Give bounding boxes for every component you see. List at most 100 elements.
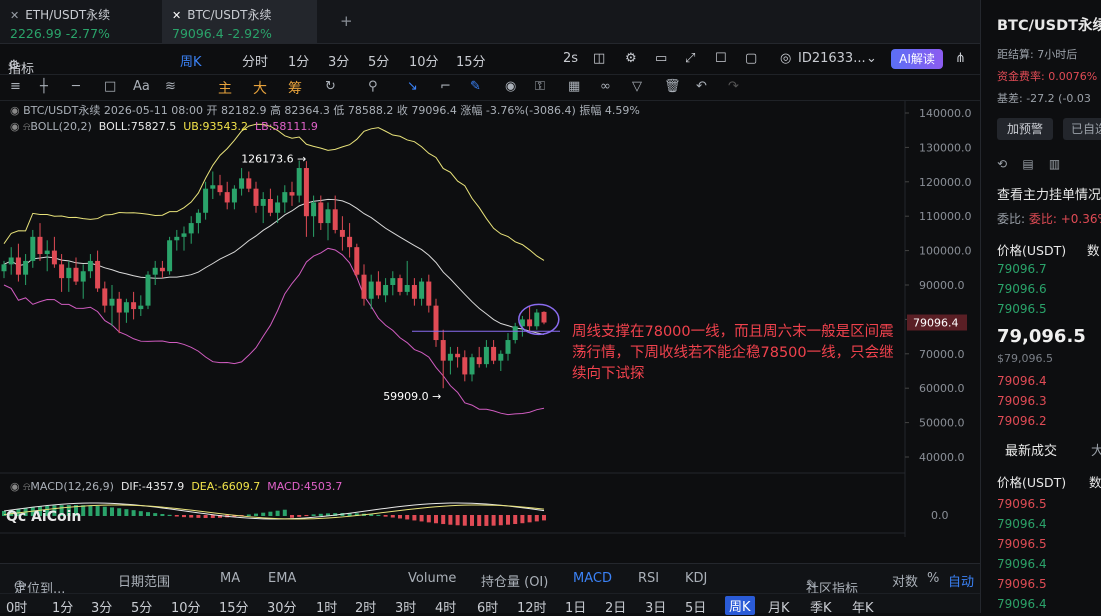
grid-icon[interactable]: ▦ [568,79,580,94]
period-item[interactable]: 5分 [368,51,389,70]
period-option[interactable]: 3时 [395,597,416,616]
period-item[interactable]: 10分 [409,51,439,70]
camera-icon[interactable]: ◫ [593,51,605,66]
draw-line-icon[interactable]: ↘ [407,79,418,94]
period-bar: 0时 1分 3分 5分 10分 15分 30分 1时 2时 3时 4时 6时 12时 1日 2日 3日 5日 周K… [0,593,980,616]
tab-eth[interactable]: ✕ ETH/USDT永续 2226.99 -2.77% [0,0,160,44]
period-option[interactable]: 5日 [685,597,706,616]
magnet-icon[interactable]: ⚲ [368,79,378,94]
replay-icon[interactable]: ↻ [325,79,336,94]
bookmark-icon[interactable]: ☐ [715,51,727,66]
tab-large-trades[interactable]: 大 [1091,440,1101,459]
period-option[interactable]: 5分 [131,597,152,616]
indicator-ma[interactable]: MA [220,571,240,586]
big-order-button[interactable]: 大 [253,78,267,98]
period-option[interactable]: 0时 [6,597,27,616]
tab-latest-trades[interactable]: 最新成交 [1005,440,1057,459]
settings-icon[interactable]: ⚙ [625,51,637,66]
indicator-oi[interactable]: 持仓量 (OI) [481,571,548,590]
indicator-kdj[interactable]: KDJ [685,571,707,586]
period-option[interactable]: 周K [725,596,755,615]
period-option[interactable]: 3日 [645,597,666,616]
period-item[interactable]: 2s [563,51,578,66]
rectangle-icon[interactable]: □ [104,79,116,94]
window-icon[interactable]: ▢ [745,51,757,66]
period-option[interactable]: 4时 [435,597,456,616]
close-icon[interactable]: ✕ [172,9,181,22]
close-icon[interactable]: ✕ [10,9,19,22]
add-alert-button[interactable]: 加预警 [997,118,1053,140]
lock-icon[interactable]: ⚿ [535,79,545,94]
indicator-ema[interactable]: EMA [268,571,296,586]
period-option[interactable]: 12时 [517,597,547,616]
filter-icon[interactable]: ▽ [632,79,642,94]
redo-icon[interactable]: ↷ [728,79,739,94]
tab-btc[interactable]: ✕ BTC/USDT永续 79096.4 -2.92% [162,0,317,44]
ruler-icon[interactable]: ⌐ [440,79,451,94]
macd-bar [167,514,172,516]
chevron-down-icon[interactable]: ⌄ [866,51,877,66]
auto-toggle[interactable]: 自动 [948,571,974,590]
period-option[interactable]: 1分 [52,597,73,616]
link-icon[interactable]: ∞ [600,79,611,94]
layout-icon[interactable]: ▭ [655,51,667,66]
indicator-volume[interactable]: Volume [408,571,456,586]
period-option[interactable]: 6时 [477,597,498,616]
period-option[interactable]: 年K [852,597,874,616]
ask-row[interactable]: 79096.7 [997,262,1047,276]
chart-svg[interactable]: 140000.0 130000.0 120000.0 110000.0 100000.0… [0,101,980,556]
ai-analysis-button[interactable]: AI解读 [891,49,943,69]
percent-toggle[interactable]: % [927,571,939,586]
favorite-button[interactable]: 已自选 [1063,118,1101,140]
period-option[interactable]: 10分 [171,597,201,616]
log-scale-toggle[interactable]: 对数 [892,571,918,590]
eye-icon[interactable]: ◉ [10,480,23,493]
period-item[interactable]: 15分 [456,51,486,70]
candle-body [131,302,137,310]
depth-title[interactable]: 查看主力挂单情况 [997,184,1101,203]
bid-row[interactable]: 79096.4 [997,374,1047,388]
kline-chart[interactable]: 140000.0 130000.0 120000.0 110000.0 100000.0… [0,101,980,556]
bid-row[interactable]: 79096.3 [997,394,1047,408]
trash-icon[interactable]: 🗑 [664,79,681,94]
ask-row[interactable]: 79096.6 [997,282,1047,296]
share-icon[interactable]: ⋔ [955,51,966,66]
period-toolbar: ⚙ 指标 周K 分时 1分 3分 5分 10分 15分 2s ◫ ⚙ ▭ ⤢ ☐… [0,44,980,77]
candle-body [318,202,324,224]
ask-row[interactable]: 79096.5 [997,302,1047,316]
expand-icon[interactable]: ⤢ [685,51,695,66]
period-option[interactable]: 2日 [605,597,626,616]
period-option[interactable]: 季K [810,597,832,616]
period-option[interactable]: 15分 [219,597,249,616]
period-option[interactable]: 2时 [355,597,376,616]
eye-icon[interactable]: ◉ [10,120,23,133]
add-tab-icon[interactable]: + [340,12,353,30]
undo-icon[interactable]: ↶ [696,79,707,94]
depth-view-icons[interactable]: ⟲ ▤ ▥ [997,157,1060,171]
text-icon[interactable]: Aa [133,79,150,94]
chip-button[interactable]: 筹 [288,78,302,98]
menu-icon[interactable]: ≡ [10,79,21,94]
macd-bar [419,515,424,522]
crosshair-icon[interactable]: ┼ [40,79,48,94]
eye-icon[interactable]: ◉ [505,79,516,94]
pencil-icon[interactable]: ✎ [470,79,481,94]
indicator-macd[interactable]: MACD [573,571,612,586]
period-select[interactable]: 周K [180,51,202,70]
period-option[interactable]: 月K [768,597,790,616]
horizontal-line-icon[interactable]: ─ [72,79,80,94]
period-option[interactable]: 3分 [91,597,112,616]
period-option[interactable]: 1日 [565,597,586,616]
indicator-rsi[interactable]: RSI [638,571,659,586]
account-id[interactable]: ID21633... [798,51,866,66]
main-force-button[interactable]: 主 [218,78,232,98]
period-item[interactable]: 3分 [328,51,349,70]
eye-icon[interactable]: ◉ [10,104,23,117]
period-option[interactable]: 30分 [267,597,297,616]
date-range-button[interactable]: 日期范围 [118,571,170,590]
period-item[interactable]: 分时 [242,51,268,70]
period-item[interactable]: 1分 [288,51,309,70]
period-option[interactable]: 1时 [316,597,337,616]
indicator-tool-icon[interactable]: ≋ [165,79,176,94]
bid-row[interactable]: 79096.2 [997,414,1047,428]
